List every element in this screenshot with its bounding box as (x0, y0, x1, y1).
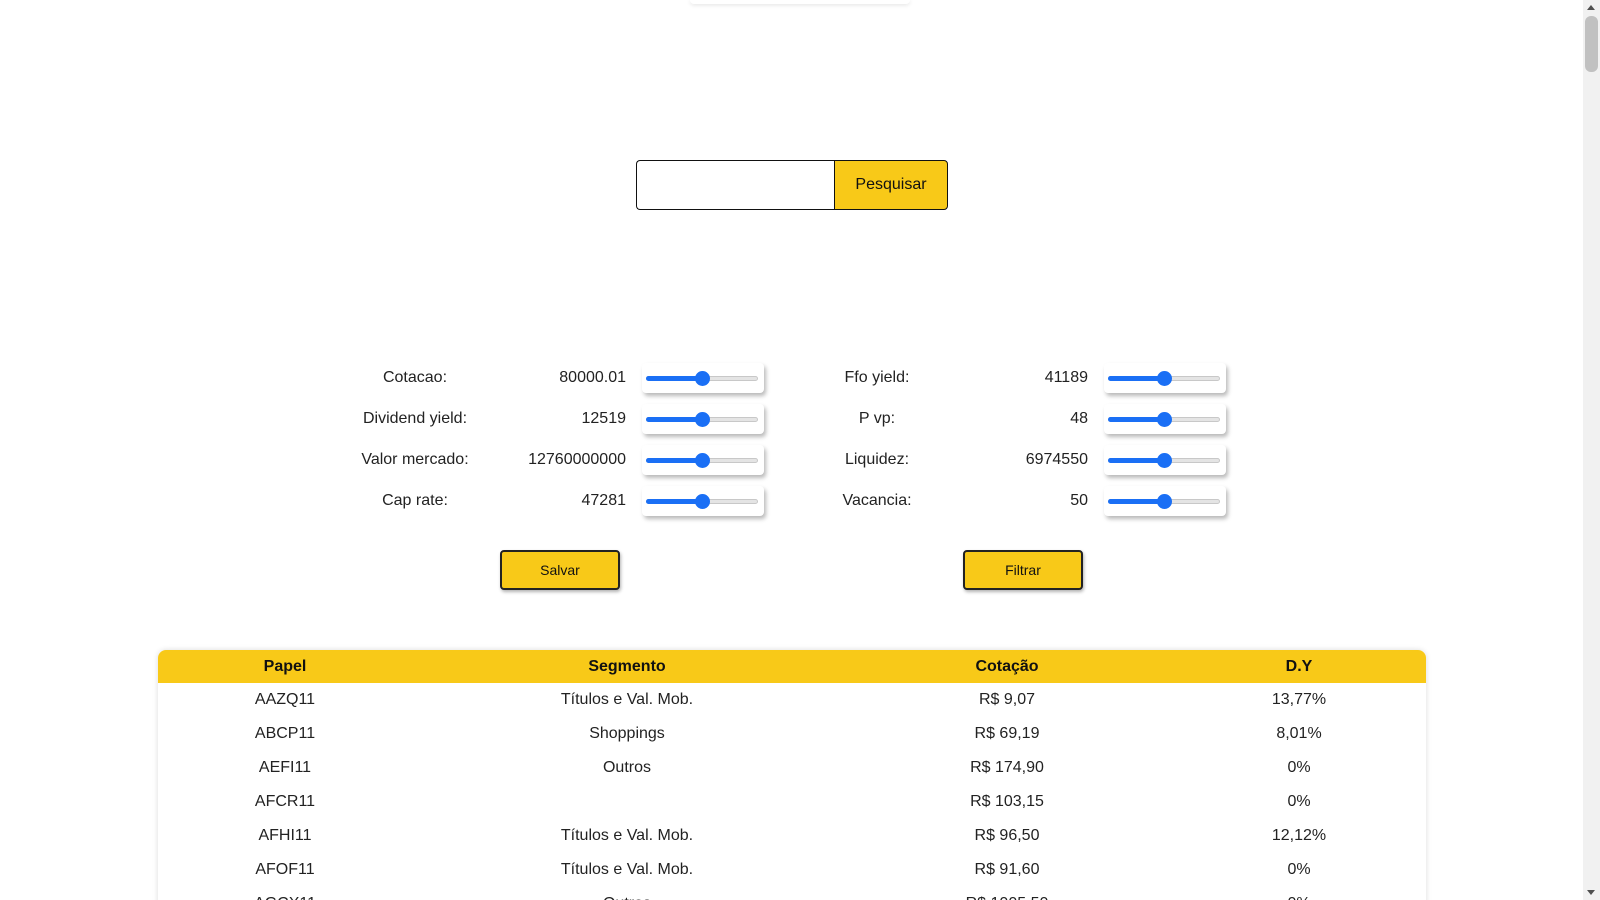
cell-dy: 13,77% (1271, 691, 1327, 708)
filter-label-cap-rate: Cap rate: (382, 492, 448, 509)
slider-thumb[interactable] (695, 371, 710, 386)
slider-p-vp[interactable] (1104, 404, 1226, 434)
filter-label-ffo-yield: Ffo yield: (844, 369, 910, 386)
top-card-edge (690, 0, 910, 4)
filter-value-dividend-yield: 12519 (581, 410, 627, 427)
table-row[interactable]: AFCR11 R$ 103,15 0% (158, 785, 1426, 819)
filter-value-p-vp: 48 (1070, 410, 1088, 427)
save-button[interactable]: Salvar (500, 550, 620, 590)
slider-vacancia[interactable] (1104, 486, 1226, 516)
cell-cotacao: R$ 69,19 (974, 725, 1040, 742)
cell-dy: 0% (1287, 861, 1311, 878)
cell-dy: 12,12% (1271, 827, 1327, 844)
filter-value-ffo-yield: 41189 (1044, 369, 1088, 386)
column-header-dy[interactable]: D.Y (1172, 650, 1426, 683)
scroll-up-arrow-icon[interactable] (1587, 5, 1595, 10)
scrollbar-thumb[interactable] (1585, 16, 1598, 72)
cell-cotacao: R$ 96,50 (974, 827, 1040, 844)
cell-cotacao: R$ 174,90 (970, 759, 1044, 776)
cell-segmento: Outros (412, 887, 842, 900)
column-header-cotacao[interactable]: Cotação (842, 650, 1172, 683)
column-header-segmento[interactable]: Segmento (412, 650, 842, 683)
filter-button[interactable]: Filtrar (963, 550, 1083, 590)
cell-cotacao: R$ 1005,50 (842, 887, 1172, 900)
cell-cotacao: R$ 9,07 (978, 691, 1036, 708)
slider-cotacao[interactable] (642, 363, 764, 393)
cell-dy: 0% (1287, 759, 1311, 776)
filter-value-liquidez: 6974550 (1025, 451, 1088, 468)
cell-papel: AAZQ11 (254, 691, 316, 708)
cell-cotacao: R$ 103,15 (970, 793, 1044, 810)
table-row[interactable]: AFOF11 Títulos e Val. Mob. R$ 91,60 0% (158, 853, 1426, 887)
filter-label-valor-mercado: Valor mercado: (361, 451, 469, 468)
cell-dy: 8,01% (1276, 725, 1322, 742)
filter-label-liquidez: Liquidez: (844, 451, 910, 468)
filter-value-valor-mercado: 12760000000 (528, 451, 626, 468)
filter-label-cotacao: Cotacao: (382, 369, 448, 386)
cell-dy: 0% (1172, 887, 1426, 900)
filter-label-dividend-yield: Dividend yield: (362, 410, 468, 427)
slider-valor-mercado[interactable] (642, 445, 764, 475)
filter-value-cotacao: 80000.01 (559, 369, 626, 386)
cell-papel: ABCP11 (254, 725, 316, 742)
table-header-row: Papel Segmento Cotação D.Y (158, 650, 1426, 683)
search-button[interactable]: Pesquisar (834, 160, 948, 210)
slider-thumb[interactable] (695, 453, 710, 468)
table-row[interactable]: AAZQ11 Títulos e Val. Mob. R$ 9,07 13,77… (158, 683, 1426, 717)
table-row[interactable]: AFHI11 Títulos e Val. Mob. R$ 96,50 12,1… (158, 819, 1426, 853)
cell-papel: AFCR11 (254, 793, 316, 810)
slider-liquidez[interactable] (1104, 445, 1226, 475)
table-row[interactable]: ABCP11 Shoppings R$ 69,19 8,01% (158, 717, 1426, 751)
cell-segmento: Títulos e Val. Mob. (560, 691, 694, 708)
slider-dividend-yield[interactable] (642, 404, 764, 434)
cell-papel: AEFI11 (258, 759, 312, 776)
slider-thumb[interactable] (1157, 412, 1172, 427)
filter-value-vacancia: 50 (1070, 492, 1088, 509)
slider-thumb[interactable] (1157, 371, 1172, 386)
funds-table: Papel Segmento Cotação D.Y AAZQ11 Título… (158, 650, 1426, 900)
cell-papel: AFOF11 (255, 861, 315, 878)
search-input[interactable] (636, 160, 834, 210)
search-bar: Pesquisar (636, 160, 948, 210)
slider-thumb[interactable] (695, 494, 710, 509)
page-scrollbar[interactable] (1583, 0, 1600, 900)
filter-label-p-vp: P vp: (858, 410, 896, 427)
slider-thumb[interactable] (1157, 453, 1172, 468)
cell-segmento: Títulos e Val. Mob. (560, 827, 694, 844)
cell-dy: 0% (1287, 793, 1311, 810)
cell-papel: AFHI11 (258, 827, 312, 844)
scroll-down-arrow-icon[interactable] (1587, 890, 1595, 895)
filter-value-cap-rate: 47281 (581, 492, 627, 509)
slider-cap-rate[interactable] (642, 486, 764, 516)
cell-papel: AGCX11 (158, 887, 412, 900)
slider-thumb[interactable] (1157, 494, 1172, 509)
slider-ffo-yield[interactable] (1104, 363, 1226, 393)
cell-segmento (412, 785, 842, 819)
cell-segmento: Outros (602, 759, 651, 776)
cell-segmento: Shoppings (589, 725, 665, 742)
cell-segmento: Títulos e Val. Mob. (560, 861, 694, 878)
filter-label-vacancia: Vacancia: (842, 492, 912, 509)
slider-thumb[interactable] (695, 412, 710, 427)
cell-cotacao: R$ 91,60 (974, 861, 1040, 878)
column-header-papel[interactable]: Papel (158, 650, 412, 683)
table-row[interactable]: AEFI11 Outros R$ 174,90 0% (158, 751, 1426, 785)
table-row[interactable]: AGCX11 Outros R$ 1005,50 0% (158, 887, 1426, 900)
